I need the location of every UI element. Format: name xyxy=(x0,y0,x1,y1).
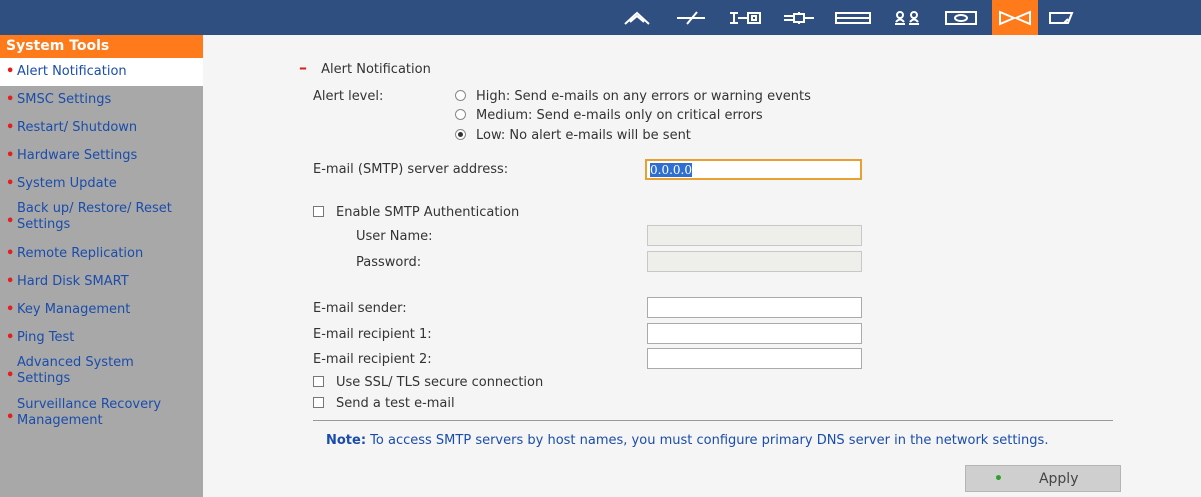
sidebar-item-alert-notification[interactable]: Alert Notification xyxy=(0,58,203,86)
users-icon[interactable] xyxy=(884,0,930,35)
section-title: Alert Notification xyxy=(321,62,431,77)
sidebar-item-hard-disk-smart[interactable]: Hard Disk SMART xyxy=(0,268,203,296)
sidebar-item-key-management[interactable]: Key Management xyxy=(0,296,203,324)
sidebar-item-remote-replication[interactable]: Remote Replication xyxy=(0,240,203,268)
sender-input[interactable] xyxy=(647,297,862,318)
password-label: Password: xyxy=(356,255,422,270)
alert-option-medium[interactable]: Medium: Send e-mails only on critical er… xyxy=(455,108,763,123)
apply-status-icon: • xyxy=(994,470,1003,487)
alert-option-label: High: Send e-mails on any errors or warn… xyxy=(476,89,811,104)
recipient2-label: E-mail recipient 2: xyxy=(313,352,432,367)
device-icon[interactable] xyxy=(722,0,768,35)
sidebar-item-label: Back up/ Restore/ Reset xyxy=(17,201,172,216)
test-email-option[interactable]: Send a test e-mail xyxy=(313,396,455,411)
recipient2-input[interactable] xyxy=(647,348,862,369)
ssl-checkbox[interactable] xyxy=(313,376,324,387)
alert-option-label: Low: No alert e-mails will be sent xyxy=(476,128,691,143)
smtp-server-label: E-mail (SMTP) server address: xyxy=(313,162,509,177)
username-input[interactable] xyxy=(647,225,862,246)
divider xyxy=(313,420,1113,421)
sidebar-item-smsc-settings[interactable]: SMSC Settings xyxy=(0,86,203,114)
smtp-server-value: 0.0.0.0 xyxy=(650,163,692,177)
apply-label: Apply xyxy=(1038,470,1079,487)
alert-option-label: Medium: Send e-mails only on critical er… xyxy=(476,108,763,123)
top-nav xyxy=(614,0,1076,35)
top-bar xyxy=(0,0,1201,35)
radio-high[interactable] xyxy=(455,90,466,101)
sidebar-item-restart-shutdown[interactable]: Restart/ Shutdown xyxy=(0,114,203,142)
sidebar-item-backup-restore[interactable]: Back up/ Restore/ Reset Settings xyxy=(0,198,203,240)
sender-label: E-mail sender: xyxy=(313,301,407,316)
note-text: To access SMTP servers by host names, yo… xyxy=(366,433,1049,448)
section-header[interactable]: – Alert Notification xyxy=(299,58,431,77)
smtp-auth-option[interactable]: Enable SMTP Authentication xyxy=(313,205,519,220)
collapse-icon[interactable]: – xyxy=(299,58,307,77)
recipient1-input[interactable] xyxy=(647,323,862,344)
more-icon[interactable] xyxy=(1046,0,1076,35)
sidebar-item-label: SMSC Settings xyxy=(17,92,112,107)
recipient1-label: E-mail recipient 1: xyxy=(313,327,432,342)
alert-level-label: Alert level: xyxy=(313,89,384,104)
sidebar-item-label: Hard Disk SMART xyxy=(17,274,129,289)
smtp-server-input[interactable]: 0.0.0.0 xyxy=(645,159,862,180)
sidebar-item-hardware-settings[interactable]: Hardware Settings xyxy=(0,142,203,170)
sidebar-item-label-2: Settings xyxy=(17,371,71,386)
dns-note: Note: To access SMTP servers by host nam… xyxy=(326,433,1048,448)
sidebar-item-surveillance-recovery[interactable]: Surveillance Recovery Management xyxy=(0,394,203,436)
test-email-checkbox[interactable] xyxy=(313,397,324,408)
connection-icon[interactable] xyxy=(776,0,822,35)
sidebar-item-label: Hardware Settings xyxy=(17,148,138,163)
system-tools-icon[interactable] xyxy=(992,0,1038,35)
disk-icon[interactable] xyxy=(830,0,876,35)
password-input[interactable] xyxy=(647,251,862,272)
monitor-icon[interactable] xyxy=(938,0,984,35)
smtp-auth-label: Enable SMTP Authentication xyxy=(336,205,520,220)
sidebar-item-label: Advanced System xyxy=(17,355,134,370)
username-label: User Name: xyxy=(356,229,433,244)
smtp-auth-checkbox[interactable] xyxy=(313,206,324,217)
ssl-option[interactable]: Use SSL/ TLS secure connection xyxy=(313,375,543,390)
sidebar-item-label: Surveillance Recovery xyxy=(17,397,162,412)
test-email-label: Send a test e-mail xyxy=(336,396,455,411)
home-icon[interactable] xyxy=(614,0,660,35)
alert-option-low[interactable]: Low: No alert e-mails will be sent xyxy=(455,128,691,143)
main-content: – Alert Notification Alert level: High: … xyxy=(203,35,1201,497)
sidebar-item-system-update[interactable]: System Update xyxy=(0,170,203,198)
sidebar-item-label: Restart/ Shutdown xyxy=(17,120,138,135)
alert-option-high[interactable]: High: Send e-mails on any errors or warn… xyxy=(455,89,811,104)
radio-low[interactable] xyxy=(455,129,466,140)
sidebar: System Tools Alert Notification SMSC Set… xyxy=(0,35,203,497)
sidebar-item-label: Ping Test xyxy=(17,330,75,345)
sidebar-item-label-2: Management xyxy=(17,413,103,428)
sidebar-item-label: System Update xyxy=(17,176,117,191)
sidebar-item-label: Alert Notification xyxy=(17,64,127,79)
network-icon[interactable] xyxy=(668,0,714,35)
sidebar-title: System Tools xyxy=(0,35,203,58)
sidebar-item-label: Key Management xyxy=(17,302,131,317)
sidebar-item-label: Remote Replication xyxy=(17,246,144,261)
note-prefix: Note: xyxy=(326,433,367,448)
sidebar-item-ping-test[interactable]: Ping Test xyxy=(0,324,203,352)
ssl-label: Use SSL/ TLS secure connection xyxy=(336,375,544,390)
radio-medium[interactable] xyxy=(455,109,466,120)
sidebar-item-label-2: Settings xyxy=(17,217,71,232)
sidebar-item-advanced-system-settings[interactable]: Advanced System Settings xyxy=(0,352,203,394)
apply-button[interactable]: • Apply xyxy=(965,465,1121,492)
